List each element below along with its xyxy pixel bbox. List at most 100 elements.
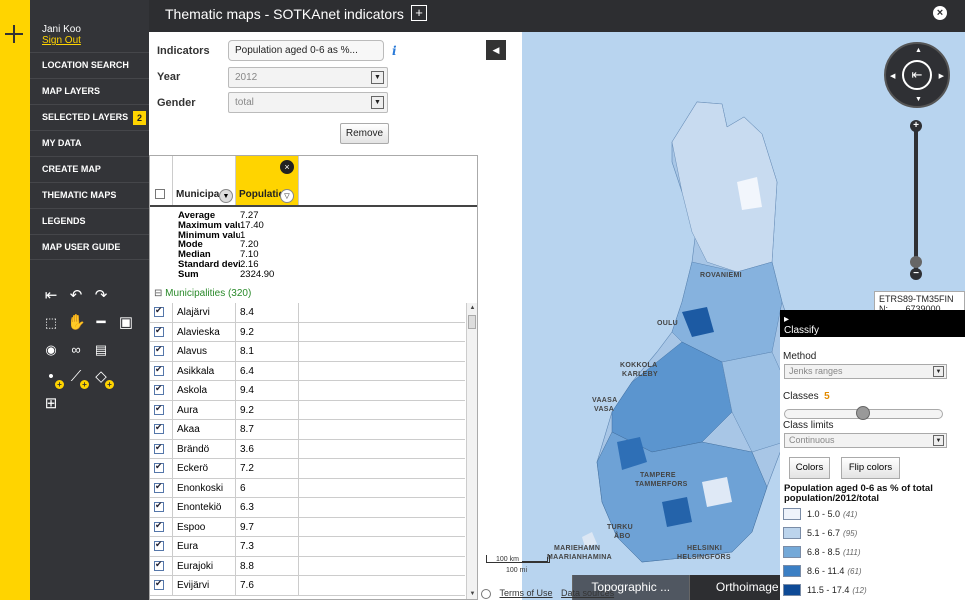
undo-icon[interactable]: ↶	[67, 287, 85, 305]
row-checkbox[interactable]	[154, 539, 164, 551]
table-row[interactable]: Eckerö7.2	[150, 459, 465, 479]
indicators-select[interactable]: Population aged 0-6 as %...	[228, 40, 384, 61]
flip-colors-button[interactable]: Flip colors	[841, 457, 900, 479]
table-row[interactable]: Brändö3.6	[150, 439, 465, 459]
sidebar-item-location-search[interactable]: LOCATION SEARCH	[30, 52, 149, 78]
pan-hand-icon[interactable]: ✋	[67, 314, 86, 332]
remove-column-icon[interactable]: ×	[280, 160, 294, 174]
table-row[interactable]: Alavieska9.2	[150, 322, 465, 342]
table-row[interactable]: Enonkoski6	[150, 478, 465, 498]
zoom-box-icon[interactable]: ⬚	[42, 314, 60, 332]
globe-icon	[481, 588, 491, 599]
table-row[interactable]: Evijärvi7.6	[150, 576, 465, 596]
grid-scrollbar[interactable]: ▲ ▼	[466, 303, 477, 599]
legend-item: 1.0 - 5.0 (41)	[783, 507, 857, 521]
row-checkbox[interactable]	[154, 325, 164, 337]
table-row[interactable]: Alavus8.1	[150, 342, 465, 362]
zoom-slider-knob[interactable]	[910, 256, 922, 268]
add-point-icon[interactable]: • +	[42, 368, 64, 389]
scroll-down-icon[interactable]: ▼	[467, 589, 477, 599]
row-checkbox[interactable]	[154, 383, 164, 395]
link-icon[interactable]: ∞	[67, 341, 85, 359]
table-row[interactable]: Aura9.2	[150, 400, 465, 420]
class-limits-select[interactable]: Continuous ▼	[784, 433, 947, 448]
municipality-cell: Alavieska	[173, 322, 236, 341]
zoom-bar[interactable]: + −	[910, 120, 922, 280]
data-sources-link[interactable]: Data sources	[561, 588, 614, 598]
legend-swatch	[783, 565, 801, 577]
sidebar-item-map-user-guide[interactable]: MAP USER GUIDE	[30, 234, 149, 260]
method-select[interactable]: Jenks ranges ▼	[784, 364, 947, 379]
pan-down-icon[interactable]: ▼	[915, 96, 922, 103]
add-area-icon[interactable]: ◇ +	[92, 368, 114, 389]
row-checkbox[interactable]	[154, 481, 164, 493]
detach-plus-icon[interactable]: +	[411, 5, 427, 21]
row-checkbox[interactable]	[154, 578, 164, 590]
table-row[interactable]: Akaa8.7	[150, 420, 465, 440]
pan-right-icon[interactable]: ▶	[939, 72, 944, 80]
measure-line-icon[interactable]: ━	[92, 314, 110, 332]
chevron-down-icon: ▼	[371, 96, 384, 109]
camera-icon[interactable]: ◉	[42, 341, 60, 359]
scroll-thumb[interactable]	[468, 315, 476, 329]
classes-slider[interactable]	[784, 406, 943, 420]
table-row[interactable]: Alajärvi8.4	[150, 303, 465, 323]
sign-out-link[interactable]: Sign Out	[42, 35, 81, 46]
print-icon[interactable]: ▤	[92, 341, 110, 359]
measure-area-icon[interactable]: ▣	[117, 314, 135, 332]
table-row[interactable]: Espoo9.7	[150, 517, 465, 537]
sidebar-item-my-data[interactable]: MY DATA	[30, 130, 149, 156]
row-checkbox[interactable]	[154, 344, 164, 356]
value-cell: 7.2	[236, 459, 299, 478]
classify-header[interactable]: ▸ Classify	[780, 310, 965, 337]
sort-icon[interactable]: ▼	[219, 189, 233, 203]
close-icon[interactable]: ×	[933, 6, 947, 20]
sidebar-item-create-map[interactable]: CREATE MAP	[30, 156, 149, 182]
column-municipality[interactable]: Municipality ▼	[173, 156, 236, 205]
add-line-icon[interactable]: ⟋ +	[67, 368, 89, 389]
row-checkbox[interactable]	[154, 422, 164, 434]
table-row[interactable]: Askola9.4	[150, 381, 465, 401]
select-all-checkbox[interactable]	[155, 189, 165, 199]
collapse-group-icon[interactable]: ⊟	[154, 288, 162, 299]
place-label: MARIEHAMN	[554, 545, 601, 552]
terms-of-use-link[interactable]: Terms of Use	[500, 588, 553, 598]
info-icon[interactable]: i	[392, 44, 397, 58]
row-checkbox[interactable]	[154, 520, 164, 532]
collapse-panel-icon[interactable]: ◀	[486, 40, 506, 60]
remove-button[interactable]: Remove	[340, 123, 389, 144]
sidebar-item-map-layers[interactable]: MAP LAYERS	[30, 78, 149, 104]
table-row[interactable]: Asikkala6.4	[150, 361, 465, 381]
row-checkbox[interactable]	[154, 442, 164, 454]
row-checkbox[interactable]	[154, 500, 164, 512]
slider-knob[interactable]	[856, 406, 870, 420]
add-layer-icon[interactable]: ⊞	[42, 395, 60, 413]
table-row[interactable]: Eura7.3	[150, 537, 465, 557]
pan-up-icon[interactable]: ▲	[915, 47, 922, 54]
column-population[interactable]: Population ▽ ×	[236, 156, 299, 205]
pan-left-icon[interactable]: ◀	[890, 72, 895, 80]
reset-view-icon[interactable]: ⇤	[902, 60, 932, 90]
sidebar-item-selected-layers[interactable]: SELECTED LAYERS 2	[30, 104, 149, 130]
pan-compass[interactable]: ▲ ▼ ◀ ▶ ⇤	[884, 42, 950, 108]
zoom-in-icon[interactable]: +	[910, 120, 922, 132]
redo-icon[interactable]: ↷	[92, 287, 110, 305]
municipalities-group[interactable]: ⊟ Municipalities (320)	[154, 288, 251, 299]
row-checkbox[interactable]	[154, 403, 164, 415]
reset-view-icon[interactable]: ⇤	[42, 287, 60, 305]
sidebar-item-legends[interactable]: LEGENDS	[30, 208, 149, 234]
year-select[interactable]: 2012 ▼	[228, 67, 388, 88]
row-checkbox[interactable]	[154, 559, 164, 571]
row-checkbox[interactable]	[154, 461, 164, 473]
filter-icon[interactable]: ▽	[280, 189, 294, 203]
table-row[interactable]: Eurajoki8.8	[150, 556, 465, 576]
row-checkbox[interactable]	[154, 305, 164, 317]
row-checkbox[interactable]	[154, 364, 164, 376]
zoom-out-icon[interactable]: −	[910, 268, 922, 280]
legend-count: (111)	[843, 547, 861, 557]
table-row[interactable]: Enontekiö6.3	[150, 498, 465, 518]
colors-button[interactable]: Colors	[789, 457, 830, 479]
scroll-up-icon[interactable]: ▲	[467, 303, 477, 313]
sidebar-item-thematic-maps[interactable]: THEMATIC MAPS	[30, 182, 149, 208]
gender-select[interactable]: total ▼	[228, 92, 388, 113]
